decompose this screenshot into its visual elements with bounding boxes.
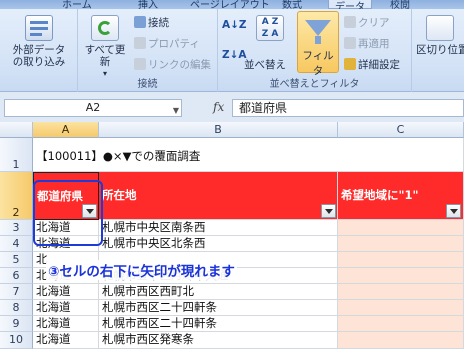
row-header[interactable]: 5 bbox=[0, 252, 33, 268]
column-header-a[interactable]: A bbox=[33, 122, 99, 138]
header-cell-address[interactable]: 所在地 bbox=[99, 172, 338, 220]
connections-group-label: 接続 bbox=[137, 79, 158, 90]
group-data-tools: 区切り位置 bbox=[412, 9, 464, 92]
row-header[interactable]: 8 bbox=[0, 300, 33, 316]
tab-review[interactable]: 校閲 bbox=[390, 0, 410, 9]
row-header[interactable]: 4 bbox=[0, 236, 33, 252]
row-header[interactable]: 6 bbox=[0, 268, 33, 284]
properties-button[interactable]: プロパティ bbox=[134, 36, 200, 52]
reapply-icon bbox=[344, 37, 356, 49]
table-cell[interactable]: 札幌市西区二十四軒条 bbox=[99, 300, 338, 316]
sort-label: 並べ替え bbox=[244, 59, 286, 71]
row-header[interactable]: 10 bbox=[0, 332, 33, 349]
header-cell-label: 所在地 bbox=[102, 188, 137, 202]
refresh-all-button[interactable]: すべて更新 ▾ bbox=[82, 15, 128, 80]
sort-icon: A ZZ A bbox=[256, 15, 284, 41]
connections-button[interactable]: 接続 bbox=[134, 15, 169, 31]
table-cell[interactable] bbox=[338, 236, 464, 252]
clear-icon bbox=[344, 16, 356, 28]
clear-label: クリア bbox=[358, 17, 390, 29]
row-header[interactable]: 1 bbox=[0, 138, 33, 172]
tab-page-layout[interactable]: ページレイアウト bbox=[190, 0, 270, 9]
row-header[interactable]: 9 bbox=[0, 316, 33, 332]
filter-button[interactable]: フィルタ bbox=[297, 11, 339, 77]
fx-icon[interactable]: fx bbox=[213, 100, 224, 114]
header-cell-label: 希望地域に"1" bbox=[341, 188, 419, 202]
row-header[interactable]: 2 bbox=[0, 172, 33, 220]
chevron-down-icon: ▼ bbox=[172, 106, 179, 115]
table-cell[interactable] bbox=[338, 268, 464, 284]
edit-links-icon bbox=[134, 58, 146, 70]
table-cell[interactable]: 札幌市中央区南条西 bbox=[99, 220, 338, 236]
row-header[interactable]: 7 bbox=[0, 284, 33, 300]
tab-formulas[interactable]: 数式 bbox=[282, 0, 302, 9]
get-external-data-button[interactable]: 外部データの取り込み bbox=[4, 15, 74, 68]
filter-dropdown-arrow[interactable] bbox=[446, 204, 461, 218]
filter-dropdown-arrow[interactable] bbox=[321, 204, 336, 218]
group-connections: すべて更新 ▾ 接続 プロパティ リンクの編集 接続 bbox=[78, 9, 218, 92]
filter-label: フィルタ bbox=[302, 50, 334, 77]
name-box-value: A2 bbox=[85, 101, 101, 114]
survey-title-cell[interactable]: 【100011】●×▼での覆面調査 bbox=[33, 138, 338, 172]
refresh-all-label: すべて更新 bbox=[84, 44, 126, 68]
refresh-icon bbox=[91, 15, 119, 41]
sort-za-button[interactable]: Z↓A bbox=[222, 47, 247, 63]
advanced-label: 詳細設定 bbox=[358, 59, 400, 71]
table-cell[interactable]: 札幌市西区二十四軒条 bbox=[99, 316, 338, 332]
column-header-b[interactable]: B bbox=[99, 122, 338, 138]
table-cell[interactable] bbox=[338, 316, 464, 332]
group-external-data: 外部データの取り込み bbox=[0, 9, 78, 92]
properties-label: プロパティ bbox=[148, 38, 200, 50]
tab-data[interactable]: データ bbox=[328, 0, 372, 9]
ribbon: 外部データの取り込み すべて更新 ▾ 接続 プロパティ リンクの編集 接続 A↓… bbox=[0, 9, 464, 92]
clear-button[interactable]: クリア bbox=[344, 15, 390, 31]
table-cell[interactable]: 北海道 bbox=[33, 300, 99, 316]
external-data-icon bbox=[25, 15, 53, 41]
ribbon-tab-strip: ホーム 挿入 ページレイアウト 数式 データ 校閲 bbox=[0, 0, 464, 9]
table-cell[interactable] bbox=[338, 252, 464, 268]
tab-home[interactable]: ホーム bbox=[62, 0, 92, 9]
connections-icon bbox=[134, 16, 146, 28]
properties-icon bbox=[134, 37, 146, 49]
reapply-button[interactable]: 再適用 bbox=[344, 36, 390, 52]
highlight-box bbox=[33, 180, 103, 246]
connections-label: 接続 bbox=[148, 17, 169, 29]
table-cell[interactable]: 北海道 bbox=[33, 284, 99, 300]
table-cell[interactable] bbox=[338, 284, 464, 300]
table-cell[interactable] bbox=[338, 300, 464, 316]
column-header-c[interactable]: C bbox=[338, 122, 464, 138]
text-to-columns-button[interactable]: 区切り位置 bbox=[416, 15, 464, 56]
get-external-data-label: 外部データの取り込み bbox=[12, 44, 66, 68]
table-cell[interactable]: 札幌市西区西町北 bbox=[99, 284, 338, 300]
advanced-icon bbox=[344, 58, 356, 70]
reapply-label: 再適用 bbox=[358, 38, 390, 50]
row-header[interactable]: 3 bbox=[0, 220, 33, 236]
formula-bar: A2 ▼ fx 都道府県 bbox=[0, 92, 464, 122]
tab-insert[interactable]: 挿入 bbox=[138, 0, 158, 9]
name-box[interactable]: A2 ▼ bbox=[4, 99, 182, 117]
table-cell[interactable]: 北海道 bbox=[33, 332, 99, 349]
table-cell[interactable] bbox=[338, 220, 464, 236]
edit-links-button[interactable]: リンクの編集 bbox=[134, 57, 211, 73]
sort-button[interactable]: A ZZ A bbox=[250, 15, 290, 44]
edit-links-label: リンクの編集 bbox=[148, 59, 211, 71]
filter-stem-icon bbox=[315, 36, 321, 44]
table-cell[interactable]: 札幌市西区発寒条 bbox=[99, 332, 338, 349]
advanced-button[interactable]: 詳細設定 bbox=[344, 57, 400, 73]
filter-funnel-icon bbox=[305, 20, 331, 36]
table-cell[interactable]: 北海道 bbox=[33, 316, 99, 332]
sort-az-button[interactable]: A↓Z bbox=[222, 17, 247, 33]
text-to-columns-icon bbox=[426, 15, 454, 41]
table-cell[interactable] bbox=[338, 138, 464, 172]
table-cell[interactable]: 札幌市中央区北条西 bbox=[99, 236, 338, 252]
instruction-callout: ③セルの右下に矢印が現れます bbox=[46, 260, 237, 280]
text-to-columns-label: 区切り位置 bbox=[416, 44, 464, 56]
table-cell[interactable] bbox=[338, 332, 464, 349]
formula-input[interactable]: 都道府県 bbox=[232, 99, 464, 117]
select-all-corner[interactable] bbox=[0, 122, 33, 138]
